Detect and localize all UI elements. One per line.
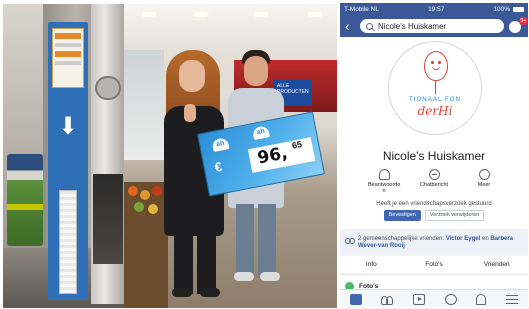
logo-brand: derHi bbox=[417, 104, 453, 118]
page-actions: Beantwoorde n Chatbericht Meer bbox=[340, 167, 528, 199]
page-cover: TIONAAL FON derHi bbox=[340, 37, 528, 145]
battery-icon bbox=[512, 6, 524, 12]
tab-info[interactable]: Info bbox=[340, 256, 403, 273]
mutual-friends[interactable]: 2 gemeenschappelijke vrienden: Victor Ey… bbox=[340, 233, 528, 253]
mutual-friend-link[interactable]: Victor Eygel bbox=[446, 236, 481, 242]
bottom-nav bbox=[340, 289, 528, 309]
sneaker bbox=[260, 272, 280, 281]
crate-opening bbox=[93, 174, 123, 264]
friends-icon bbox=[345, 238, 355, 246]
search-icon bbox=[366, 22, 373, 30]
waste-bin bbox=[7, 154, 43, 246]
woman-legs bbox=[174, 232, 216, 294]
cheque-handover-photo: ALLE PRODUCTEN ah ah € 96, 65 bbox=[124, 4, 337, 308]
shoe bbox=[172, 288, 192, 297]
search-input[interactable]: Nicole's Huiskamer bbox=[360, 19, 504, 33]
messenger-icon bbox=[428, 169, 440, 180]
search-value: Nicole's Huiskamer bbox=[378, 21, 447, 31]
watch-icon[interactable] bbox=[413, 294, 426, 305]
instruction-panel bbox=[52, 28, 84, 88]
action-label: Beantwoorde n bbox=[368, 182, 401, 194]
mutual-friends-text: 2 gemeenschappelijke vrienden: Victor Ey… bbox=[358, 236, 514, 249]
top-nav: ‹ Nicole's Huiskamer 9+ bbox=[340, 15, 528, 37]
friend-request-buttons: Bevestigen Verzoek verwijderen bbox=[340, 210, 528, 221]
messenger-button[interactable]: 9+ bbox=[509, 17, 528, 33]
messenger-badge: 9+ bbox=[519, 17, 528, 25]
menu-icon[interactable] bbox=[506, 294, 519, 305]
notifications-icon[interactable] bbox=[476, 294, 487, 305]
logo-tagline: TIONAAL FON bbox=[408, 96, 462, 103]
action-label: Meer bbox=[477, 182, 491, 188]
status-right: 100% bbox=[493, 6, 524, 13]
battery-percent: 100% bbox=[493, 5, 510, 13]
more-icon bbox=[478, 167, 490, 180]
message-button[interactable]: Chatbericht bbox=[418, 169, 450, 197]
bottle-slot bbox=[95, 76, 121, 100]
shoe bbox=[200, 288, 220, 297]
donation-box bbox=[59, 190, 77, 294]
home-icon[interactable] bbox=[349, 294, 362, 305]
sneaker bbox=[234, 272, 254, 281]
bin-stripe bbox=[7, 204, 43, 210]
man-legs bbox=[236, 204, 276, 278]
albert-heijn-logo: ah bbox=[251, 125, 270, 141]
more-button[interactable]: Meer bbox=[468, 167, 500, 197]
thumbs-up bbox=[184, 104, 196, 122]
woman-face bbox=[179, 60, 205, 92]
euro-sign: € bbox=[213, 158, 224, 175]
person-icon bbox=[378, 169, 390, 180]
albert-heijn-logo: ah bbox=[211, 137, 230, 152]
recycling-machine-photo: ⬇ bbox=[3, 4, 124, 308]
friend-request-info: Heeft je een vriendschapsverzoek gestuur… bbox=[376, 201, 492, 207]
ceiling bbox=[124, 4, 337, 50]
facebook-page-screenshot: T-Mobile NL 19:57 100% ‹ Nicole's Huiska… bbox=[340, 3, 528, 309]
clock: 19:57 bbox=[428, 5, 445, 13]
produce-display bbox=[124, 182, 168, 308]
tab-friends[interactable]: Vrienden bbox=[465, 256, 528, 273]
status-bar: T-Mobile NL 19:57 100% bbox=[340, 3, 528, 15]
friends-tab-icon[interactable] bbox=[381, 294, 394, 305]
remove-request-button[interactable]: Verzoek verwijderen bbox=[424, 210, 485, 221]
page-profile-logo[interactable]: TIONAAL FON derHi bbox=[388, 41, 482, 135]
action-label: Chatbericht bbox=[419, 182, 449, 188]
confirm-button[interactable]: Bevestigen bbox=[383, 210, 421, 221]
back-arrow-icon[interactable]: ‹ bbox=[345, 19, 355, 33]
page-tabs: Info Foto's Vrienden bbox=[340, 256, 528, 273]
page-title: Nicole's Huiskamer bbox=[340, 145, 528, 167]
carrier: T-Mobile NL bbox=[344, 5, 380, 13]
friend-request: Heeft je een vriendschapsverzoek gestuur… bbox=[340, 199, 528, 229]
tab-photos[interactable]: Foto's bbox=[403, 256, 466, 273]
respond-button[interactable]: Beantwoorde n bbox=[368, 169, 400, 197]
down-arrow-icon: ⬇ bbox=[57, 113, 79, 140]
man-face bbox=[244, 56, 268, 86]
profile-icon[interactable] bbox=[444, 294, 457, 305]
collage: ⬇ ALLE PRODUCTEN ah ah € 96, 65 T-Mobile… bbox=[0, 0, 529, 309]
store-window bbox=[124, 50, 164, 160]
cheque-cents: 65 bbox=[291, 139, 303, 151]
